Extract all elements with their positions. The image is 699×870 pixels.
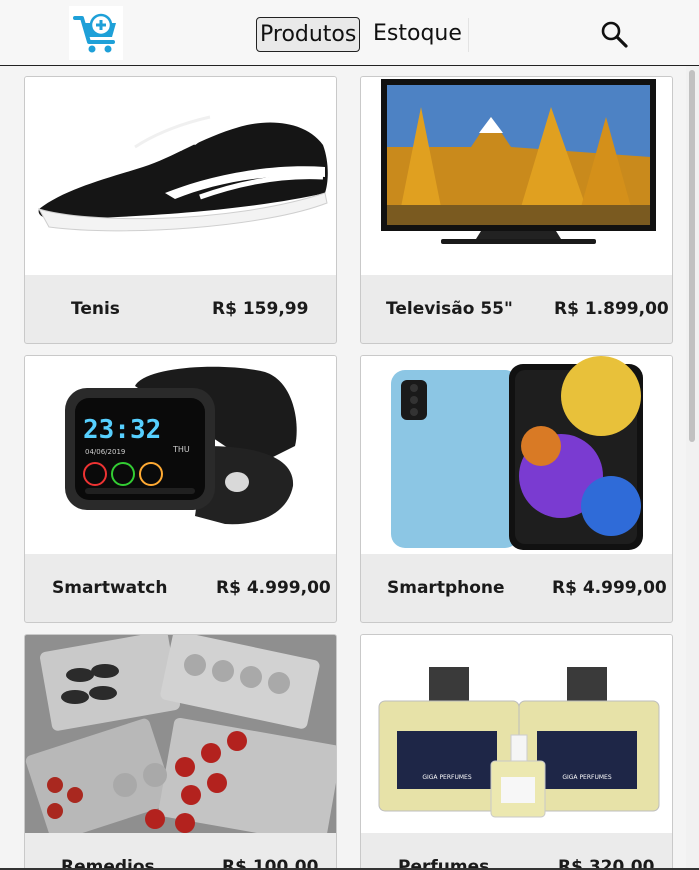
- product-card-smartwatch[interactable]: 23:32 04/06/2019 THU Smartwatch R$ 4.999…: [24, 355, 337, 623]
- product-card-tenis[interactable]: Tenis R$ 159,99: [24, 76, 337, 344]
- smartphone-image: [361, 356, 672, 554]
- tab-estoque[interactable]: Estoque: [370, 17, 466, 52]
- scrollbar-thumb[interactable]: [689, 70, 695, 442]
- product-name: Smartphone: [387, 578, 505, 598]
- product-name: Televisão 55": [386, 299, 513, 319]
- smartwatch-image: 23:32 04/06/2019 THU: [25, 356, 336, 554]
- product-info: Tenis R$ 159,99: [25, 275, 336, 343]
- product-price: R$ 4.999,00: [552, 578, 667, 598]
- product-price: R$ 4.999,00: [216, 578, 331, 598]
- product-name: Smartwatch: [52, 578, 168, 598]
- svg-text:GIGA PERFUMES: GIGA PERFUMES: [562, 774, 611, 781]
- tab-produtos[interactable]: Produtos: [256, 17, 360, 52]
- product-info: Televisão 55" R$ 1.899,00: [361, 275, 672, 343]
- product-card-televisao[interactable]: Televisão 55" R$ 1.899,00: [360, 76, 673, 344]
- svg-text:23:32: 23:32: [83, 415, 161, 445]
- perfume-bottles-image: GIGA PERFUMES GIGA PERFUMES: [361, 635, 672, 833]
- svg-text:THU: THU: [172, 445, 190, 454]
- product-info: Remedios R$ 100,00: [25, 833, 336, 870]
- svg-text:04/06/2019: 04/06/2019: [85, 448, 125, 456]
- product-card-remedios[interactable]: Remedios R$ 100,00: [24, 634, 337, 870]
- product-info: Smartphone R$ 4.999,00: [361, 554, 672, 622]
- product-info: Smartwatch R$ 4.999,00: [25, 554, 336, 622]
- product-price: R$ 159,99: [212, 299, 309, 319]
- product-card-smartphone[interactable]: Smartphone R$ 4.999,00: [360, 355, 673, 623]
- product-grid: Tenis R$ 159,99 Televisão 55" R$ 1.899,0…: [0, 66, 686, 870]
- sneaker-image: [25, 77, 336, 275]
- search-icon[interactable]: [600, 20, 630, 50]
- top-navbar: Produtos Estoque: [0, 0, 699, 66]
- product-card-perfumes[interactable]: GIGA PERFUMES GIGA PERFUMES Perfumes R$ …: [360, 634, 673, 870]
- product-info: Perfumes R$ 320,00: [361, 833, 672, 870]
- product-name: Tenis: [71, 299, 120, 319]
- medicine-pills-image: [25, 635, 336, 833]
- cart-logo-icon[interactable]: [69, 6, 123, 60]
- product-price: R$ 1.899,00: [554, 299, 669, 319]
- vertical-scrollbar[interactable]: [686, 66, 699, 870]
- svg-text:GIGA PERFUMES: GIGA PERFUMES: [422, 774, 471, 781]
- television-image: [361, 77, 672, 275]
- nav-divider: [468, 18, 469, 52]
